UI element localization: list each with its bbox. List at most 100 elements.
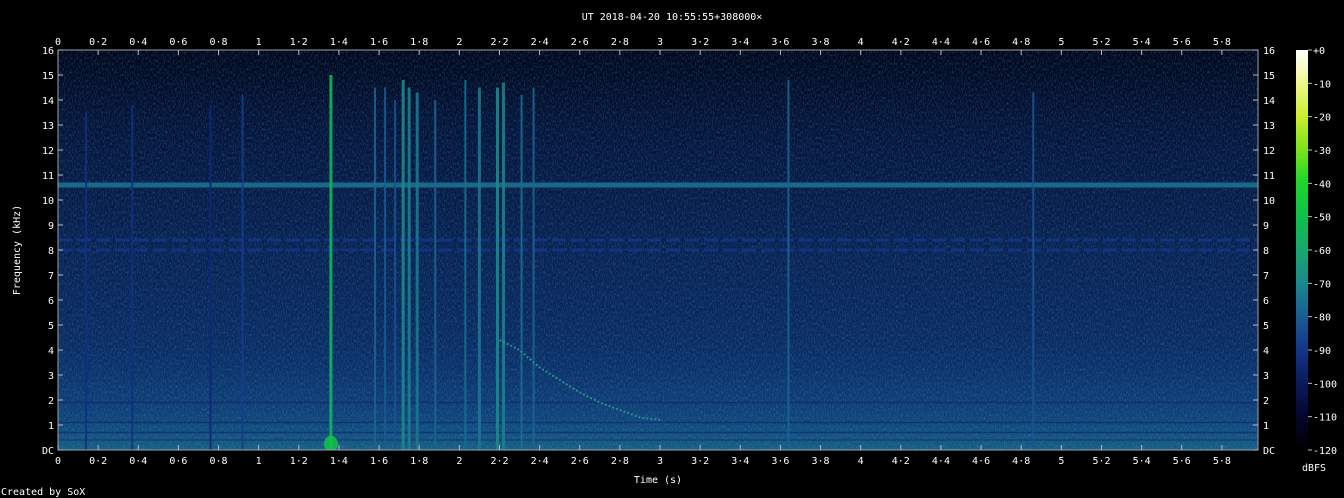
x-tick-label: 0·4 [129,37,147,48]
x-tick-label: 3 [657,37,663,48]
y-tick-label: 14 [42,96,54,107]
x-tick-label: 4·6 [972,456,990,467]
x-tick-label: 0·4 [129,456,147,467]
x-tick-label: 4·8 [1012,456,1030,467]
x-tick-label: 2·4 [531,456,549,467]
x-tick-label: 4·2 [892,456,910,467]
x-tick-label: 5·6 [1173,37,1191,48]
x-tick-label: 1·8 [410,37,428,48]
x-tick-label: 5·4 [1133,456,1151,467]
colorbar-ticks: +0 -10 -20 -30 -40 -50 -60 -70 -80 -90 -100 -110 -12… [1308,46,1337,457]
y-tick-label: DC [1263,446,1275,457]
y-tick-label: 3 [48,371,54,382]
y-tick-label: 7 [1263,271,1269,282]
x-tick-label: 3·6 [771,37,789,48]
x-tick-label: 4·2 [892,37,910,48]
x-tick-label: 5·8 [1213,456,1231,467]
x-tick-label: 1 [256,37,262,48]
x-tick-label: 3·8 [812,37,830,48]
x-tick-label: 1·4 [330,456,348,467]
colorbar-tick-label: -120 [1313,446,1337,457]
colorbar-tick-label: -20 [1313,113,1331,124]
y-tick-label: 12 [1263,146,1275,157]
x-tick-label: 3·4 [731,37,749,48]
x-tick-label: 4 [858,456,864,467]
x-tick-label: 5·8 [1213,37,1231,48]
y-tick-label: 3 [1263,371,1269,382]
y-tick-label: 8 [48,246,54,257]
x-tick-label: 3·4 [731,456,749,467]
y-tick-label: DC [42,446,54,457]
x-tick-label: 3·6 [771,456,789,467]
colorbar-tick-label: -100 [1313,379,1337,390]
x-tick-label: 1·6 [370,456,388,467]
colorbar-tick-label: -60 [1313,246,1331,257]
colorbar: +0 -10 -20 -30 -40 -50 -60 -70 -80 -90 -100 -110 -12… [1296,46,1337,474]
x-tick-label: 3 [657,456,663,467]
y-tick-label: 11 [1263,171,1275,182]
x-tick-label: 5 [1058,456,1064,467]
x-tick-label: 3·2 [691,37,709,48]
x-tick-label: 4·4 [932,456,950,467]
colorbar-tick-label: -30 [1313,146,1331,157]
y-tick-label: 13 [42,121,54,132]
colorbar-tick-label: -10 [1313,79,1331,90]
x-tick-label: 2 [456,37,462,48]
y-tick-label: 13 [1263,121,1275,132]
y-tick-label: 1 [1263,421,1269,432]
credit-text: Created by SoX [1,487,85,498]
x-tick-label: 0·2 [89,37,107,48]
x-tick-label: 5·2 [1092,456,1110,467]
y-tick-label: 5 [48,321,54,332]
x-tick-label: 4·6 [972,37,990,48]
x-tick-label: 2·4 [531,37,549,48]
y-tick-label: 2 [48,396,54,407]
x-tick-label: 0·8 [210,456,228,467]
colorbar-tick-label: -110 [1313,413,1337,424]
y-tick-label: 14 [1263,96,1275,107]
y-tick-label: 6 [1263,296,1269,307]
x-tick-label: 2·6 [571,456,589,467]
y-tick-label: 4 [1263,346,1269,357]
colorbar-tick-label: -40 [1313,179,1331,190]
x-tick-label: 0 [55,456,61,467]
x-tick-label: 1·8 [410,456,428,467]
colorbar-tick-label: +0 [1313,46,1325,57]
y-tick-label: 16 [1263,46,1275,57]
plot-area [58,50,1258,450]
x-tick-label: 2·2 [490,456,508,467]
y-tick-label: 16 [42,46,54,57]
x-tick-label: 4 [858,37,864,48]
x-axis-label: Time (s) [634,475,682,486]
y-tick-label: 15 [1263,71,1275,82]
x-tick-label: 5·4 [1133,37,1151,48]
spectrogram-figure: UT 2018-04-20 10:55:55+308000× 0 0·2 0·4 0·… [1,12,1337,498]
x-tick-label: 4·4 [932,37,950,48]
y-axis-label: Frequency (kHz) [12,205,23,295]
x-tick-label: 3·8 [812,456,830,467]
y-tick-label: 4 [48,346,54,357]
x-tick-label: 1 [256,456,262,467]
y-tick-label: 12 [42,146,54,157]
colorbar-tick-label: -50 [1313,213,1331,224]
colorbar-gradient [1296,50,1308,450]
x-tick-label: 5 [1058,37,1064,48]
x-tick-label: 3·2 [691,456,709,467]
x-tick-label: 0·6 [169,456,187,467]
y-tick-label: 8 [1263,246,1269,257]
y-tick-label: 9 [1263,221,1269,232]
y-tick-label: 10 [1263,196,1275,207]
x-tick-label: 4·8 [1012,37,1030,48]
y-tick-label: 11 [42,171,54,182]
y-tick-label: 1 [48,421,54,432]
y-tick-label: 9 [48,221,54,232]
x-tick-label: 1·6 [370,37,388,48]
x-tick-label: 2·6 [571,37,589,48]
x-tick-label: 2·8 [611,456,629,467]
x-tick-label: 1·2 [290,456,308,467]
y-tick-label: 7 [48,271,54,282]
x-tick-label: 5·2 [1092,37,1110,48]
y-tick-label: 6 [48,296,54,307]
chart-title: UT 2018-04-20 10:55:55+308000× [582,12,763,23]
x-tick-label: 5·6 [1173,456,1191,467]
